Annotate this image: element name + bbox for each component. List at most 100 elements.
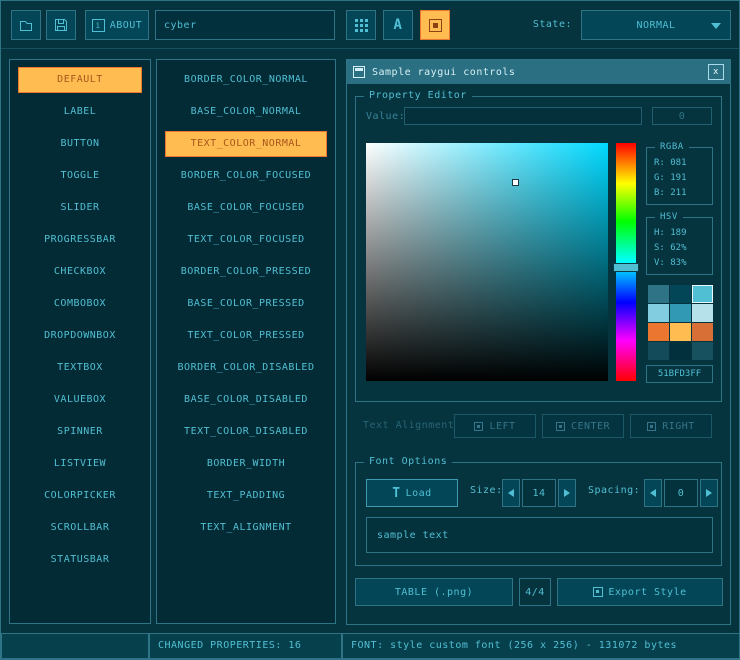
- state-dropdown-value: NORMAL: [636, 20, 675, 31]
- control-type-item[interactable]: SCROLLBAR: [18, 515, 142, 541]
- hue-slider-handle[interactable]: [613, 263, 639, 272]
- blue-value: B: 211: [654, 186, 712, 201]
- saturation-value: S: 62%: [654, 241, 712, 256]
- load-style-button[interactable]: [11, 10, 41, 40]
- property-editor-label: Property Editor: [364, 89, 472, 103]
- align-center-button[interactable]: CENTER: [542, 414, 624, 438]
- color-swatch[interactable]: [692, 342, 713, 360]
- color-swatch[interactable]: [648, 285, 669, 303]
- green-value: G: 191: [654, 171, 712, 186]
- font-mode-button[interactable]: A: [383, 10, 413, 40]
- save-style-button[interactable]: [46, 10, 76, 40]
- style-color-grid: [648, 285, 713, 360]
- control-type-item[interactable]: VALUEBOX: [18, 387, 142, 413]
- style-property-item[interactable]: BORDER_COLOR_PRESSED: [165, 259, 327, 285]
- color-picker-cursor[interactable]: [512, 179, 519, 186]
- table-export-button[interactable]: TABLE (.png): [355, 578, 513, 606]
- control-type-item[interactable]: TEXTBOX: [18, 355, 142, 381]
- style-property-item[interactable]: TEXT_COLOR_DISABLED: [165, 419, 327, 445]
- style-property-item[interactable]: TEXT_COLOR_FOCUSED: [165, 227, 327, 253]
- style-property-item[interactable]: TEXT_COLOR_PRESSED: [165, 323, 327, 349]
- table-view-button[interactable]: [346, 10, 376, 40]
- property-editor-group: Property Editor Value: 0 RGBA R: 081 G: …: [355, 96, 722, 402]
- close-icon[interactable]: x: [708, 64, 724, 80]
- control-type-item[interactable]: COLORPICKER: [18, 483, 142, 509]
- control-type-item[interactable]: LISTVIEW: [18, 451, 142, 477]
- window-titlebar[interactable]: Sample raygui controls x: [347, 60, 730, 84]
- color-swatch[interactable]: [692, 323, 713, 341]
- control-type-item[interactable]: PROGRESSBAR: [18, 227, 142, 253]
- align-left-button[interactable]: LEFT: [454, 414, 536, 438]
- style-property-item[interactable]: BORDER_COLOR_FOCUSED: [165, 163, 327, 189]
- style-property-item[interactable]: BASE_COLOR_FOCUSED: [165, 195, 327, 221]
- style-name-input[interactable]: [155, 10, 335, 40]
- about-button[interactable]: i ABOUT: [85, 10, 149, 40]
- arrow-right-icon: [706, 489, 712, 497]
- sample-text-input[interactable]: [366, 517, 713, 553]
- style-property-item[interactable]: TEXT_ALIGNMENT: [165, 515, 327, 541]
- control-type-item[interactable]: SLIDER: [18, 195, 142, 221]
- red-value: R: 081: [654, 156, 712, 171]
- color-swatch[interactable]: [670, 323, 691, 341]
- style-property-item[interactable]: BASE_COLOR_NORMAL: [165, 99, 327, 125]
- control-type-item[interactable]: DROPDOWNBOX: [18, 323, 142, 349]
- export-style-button[interactable]: Export Style: [557, 578, 723, 606]
- folder-open-icon: [18, 17, 34, 33]
- value-value: V: 83%: [654, 256, 712, 271]
- value-box[interactable]: 0: [652, 107, 712, 125]
- color-mode-button[interactable]: [420, 10, 450, 40]
- size-value-box[interactable]: 14: [522, 479, 556, 507]
- state-dropdown[interactable]: NORMAL: [581, 10, 731, 40]
- align-center-label: CENTER: [571, 421, 610, 432]
- style-property-item[interactable]: BORDER_COLOR_NORMAL: [165, 67, 327, 93]
- font-options-label: Font Options: [364, 455, 452, 469]
- page-indicator[interactable]: 4/4: [519, 578, 551, 606]
- color-swatch[interactable]: [648, 323, 669, 341]
- statusbar-left: [1, 633, 149, 659]
- control-type-item[interactable]: COMBOBOX: [18, 291, 142, 317]
- color-swatch[interactable]: [648, 342, 669, 360]
- align-left-icon: [474, 422, 483, 431]
- size-increase-button[interactable]: [558, 479, 576, 507]
- arrow-left-icon: [508, 489, 514, 497]
- export-style-label: Export Style: [608, 587, 686, 598]
- control-type-item[interactable]: BUTTON: [18, 131, 142, 157]
- color-swatch[interactable]: [648, 304, 669, 322]
- load-font-button[interactable]: T Load: [366, 479, 458, 507]
- style-property-item[interactable]: BORDER_COLOR_DISABLED: [165, 355, 327, 381]
- control-type-item[interactable]: TOGGLE: [18, 163, 142, 189]
- color-box-icon: [429, 19, 442, 32]
- align-left-label: LEFT: [489, 421, 515, 432]
- control-type-item[interactable]: STATUSBAR: [18, 547, 142, 573]
- style-property-item[interactable]: TEXT_COLOR_NORMAL: [165, 131, 327, 157]
- color-swatch[interactable]: [692, 285, 713, 303]
- control-type-item[interactable]: LABEL: [18, 99, 142, 125]
- color-swatch[interactable]: [692, 304, 713, 322]
- hue-bar[interactable]: [616, 143, 636, 381]
- color-swatch[interactable]: [670, 304, 691, 322]
- size-decrease-button[interactable]: [502, 479, 520, 507]
- style-property-item[interactable]: BASE_COLOR_DISABLED: [165, 387, 327, 413]
- align-right-button[interactable]: RIGHT: [630, 414, 712, 438]
- color-swatch[interactable]: [670, 342, 691, 360]
- style-property-item[interactable]: BORDER_WIDTH: [165, 451, 327, 477]
- window-icon: [353, 66, 365, 78]
- style-property-item[interactable]: TEXT_PADDING: [165, 483, 327, 509]
- hsv-label: HSV: [655, 210, 683, 224]
- color-swatch[interactable]: [670, 285, 691, 303]
- grid-icon: [355, 19, 368, 32]
- hex-color-box[interactable]: 51BFD3FF: [646, 365, 713, 383]
- control-type-item[interactable]: SPINNER: [18, 419, 142, 445]
- spacing-value-box[interactable]: 0: [664, 479, 698, 507]
- color-picker-panel[interactable]: [366, 143, 608, 381]
- state-label: State:: [504, 10, 572, 40]
- value-input[interactable]: [404, 107, 642, 125]
- spacing-increase-button[interactable]: [700, 479, 718, 507]
- spacing-decrease-button[interactable]: [644, 479, 662, 507]
- control-type-item[interactable]: DEFAULT: [18, 67, 142, 93]
- spacing-label: Spacing:: [588, 485, 640, 496]
- arrow-left-icon: [650, 489, 656, 497]
- hue-value: H: 189: [654, 226, 712, 241]
- style-property-item[interactable]: BASE_COLOR_PRESSED: [165, 291, 327, 317]
- control-type-item[interactable]: CHECKBOX: [18, 259, 142, 285]
